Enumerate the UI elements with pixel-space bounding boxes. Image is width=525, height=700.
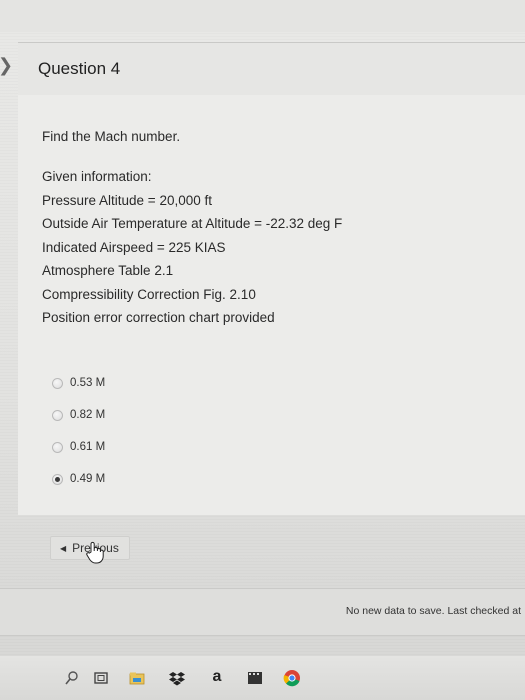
task-view-icon[interactable]: [92, 669, 110, 687]
question-title: Question 4: [38, 59, 121, 78]
answer-option[interactable]: 0.49 M: [52, 463, 352, 495]
answer-option[interactable]: 0.61 M: [52, 431, 352, 463]
radio-button[interactable]: [52, 377, 63, 389]
answer-options: 0.53 M 0.82 M 0.61 M 0.49 M: [52, 367, 352, 495]
file-explorer-icon[interactable]: [128, 669, 146, 687]
radio-button-selected[interactable]: [52, 473, 63, 485]
given-information: Given information: Pressure Altitude = 2…: [42, 165, 502, 330]
radio-button[interactable]: [52, 441, 63, 453]
screen: ❯ Question 4 Find the Mach number. Given…: [0, 0, 525, 700]
taskbar: a: [0, 656, 525, 700]
question-prompt: Find the Mach number.: [42, 129, 181, 144]
amazon-icon[interactable]: a: [208, 669, 226, 687]
status-bar: No new data to save. Last checked at: [0, 588, 525, 636]
chevron-left-icon[interactable]: ❯: [0, 55, 13, 75]
question-body: Find the Mach number. Given information:…: [18, 95, 525, 515]
given-line: Atmosphere Table 2.1: [42, 263, 174, 278]
chevron-left-icon: ◀: [60, 543, 67, 553]
dropbox-icon[interactable]: [168, 669, 186, 687]
given-heading: Given information:: [42, 169, 152, 184]
given-line: Outside Air Temperature at Altitude = -2…: [42, 216, 343, 231]
answer-label: 0.53 M: [70, 377, 106, 389]
given-line: Indicated Airspeed = 225 KIAS: [42, 239, 226, 255]
given-line: Compressibility Correction Fig. 2.10: [42, 286, 256, 302]
top-strip: [0, 0, 525, 32]
question-header: Question 4: [18, 42, 525, 96]
previous-button[interactable]: ◀ Previous: [50, 536, 130, 564]
media-icon[interactable]: [246, 669, 264, 687]
radio-button[interactable]: [52, 409, 63, 421]
chrome-icon[interactable]: [283, 669, 301, 687]
search-icon[interactable]: [63, 669, 81, 687]
given-line: Pressure Altitude = 20,000 ft: [42, 192, 212, 208]
answer-label: 0.61 M: [70, 441, 106, 453]
save-status: No new data to save. Last checked at: [345, 605, 521, 617]
answer-option[interactable]: 0.82 M: [52, 399, 352, 431]
given-line: Position error correction chart provided: [42, 310, 275, 325]
answer-label: 0.49 M: [70, 473, 106, 485]
answer-label: 0.82 M: [70, 409, 106, 421]
hand-cursor-icon: [86, 541, 104, 564]
answer-option[interactable]: 0.53 M: [52, 367, 352, 399]
